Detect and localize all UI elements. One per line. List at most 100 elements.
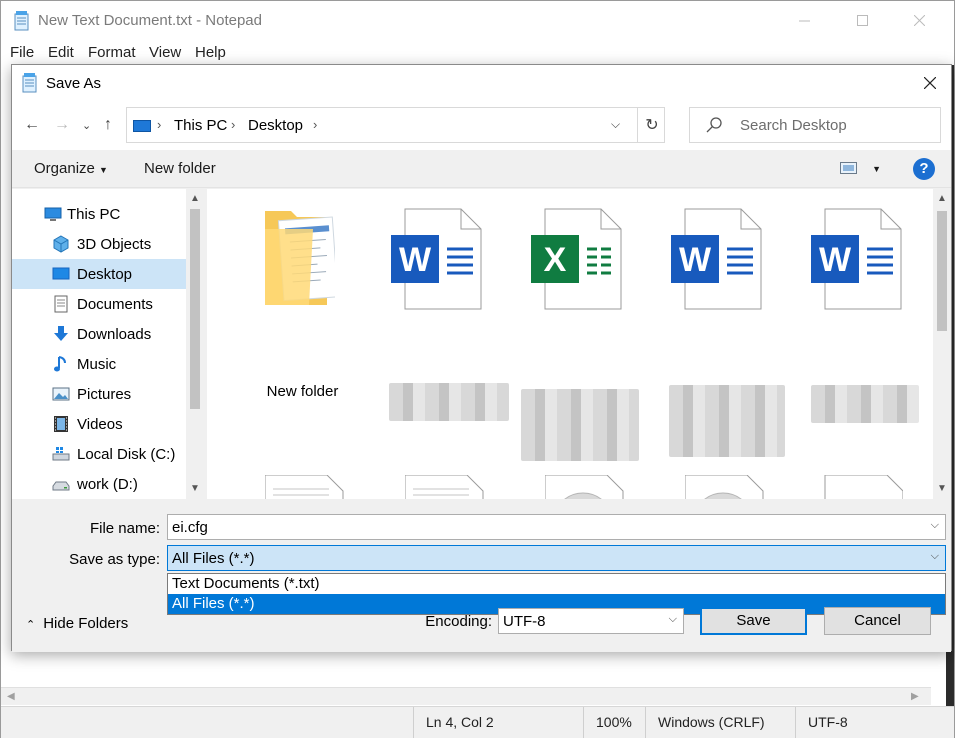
- file-list-scrollbar[interactable]: ▲ ▼: [933, 189, 951, 499]
- menu-format[interactable]: Format: [88, 44, 136, 61]
- file-item-excel-workbook[interactable]: X: [811, 474, 904, 499]
- windows-drive-icon: [52, 447, 70, 461]
- minimize-button[interactable]: [781, 5, 827, 35]
- minimize-icon: [798, 20, 810, 21]
- nav-item-pictures[interactable]: Pictures: [12, 379, 186, 409]
- breadcrumb-separator-icon[interactable]: ›: [157, 117, 161, 132]
- close-window-button[interactable]: [896, 5, 942, 35]
- nav-item-desktop[interactable]: Desktop: [12, 259, 186, 289]
- change-view-button[interactable]: ▼: [840, 161, 881, 179]
- address-bar[interactable]: › This PC › Desktop › ⌵ ↻: [126, 107, 665, 143]
- breadcrumb-this-pc[interactable]: This PC: [174, 117, 227, 134]
- menu-edit[interactable]: Edit: [48, 44, 74, 61]
- refresh-button[interactable]: ↻: [637, 108, 666, 142]
- forward-arrow-icon[interactable]: →: [54, 116, 70, 134]
- file-item-word-document[interactable]: W: [671, 207, 763, 314]
- recent-locations-chevron-icon[interactable]: ⌄: [82, 119, 91, 132]
- breadcrumb-desktop[interactable]: Desktop: [248, 117, 303, 134]
- address-dropdown-chevron-icon[interactable]: ⌵: [611, 117, 620, 132]
- help-button[interactable]: ?: [913, 158, 935, 180]
- blurred-file-label: [389, 383, 509, 421]
- svg-text:W: W: [399, 241, 432, 279]
- nav-label: work (D:): [77, 476, 138, 493]
- status-line-ending: Windows (CRLF): [645, 707, 795, 738]
- nav-item-local-disk-c[interactable]: Local Disk (C:): [12, 439, 186, 469]
- folder-icon: [265, 211, 339, 305]
- navigation-pane-scrollbar[interactable]: ▲ ▼: [186, 189, 204, 499]
- file-item-word-document[interactable]: W: [391, 207, 483, 314]
- notepad-titlebar: New Text Document.txt - Notepad: [1, 1, 954, 41]
- nav-item-3d-objects[interactable]: 3D Objects: [12, 229, 186, 259]
- nav-item-downloads[interactable]: Downloads: [12, 319, 186, 349]
- file-list-view[interactable]: New folder W X W W: [207, 189, 933, 499]
- notepad-statusbar: Ln 4, Col 2 100% Windows (CRLF) UTF-8: [1, 706, 954, 738]
- this-pc-icon: [133, 120, 151, 132]
- scroll-left-icon[interactable]: ◀: [7, 691, 15, 702]
- status-position: Ln 4, Col 2: [413, 707, 583, 738]
- cancel-button[interactable]: Cancel: [824, 607, 931, 635]
- file-item-text-document[interactable]: [264, 474, 345, 499]
- blurred-file-label: [669, 385, 785, 457]
- scroll-right-icon[interactable]: ▶: [911, 691, 919, 702]
- dialog-close-button[interactable]: [913, 69, 947, 97]
- option-text-documents[interactable]: Text Documents (*.txt): [168, 574, 945, 594]
- scroll-down-icon[interactable]: ▼: [937, 483, 947, 494]
- menu-view[interactable]: View: [149, 44, 181, 61]
- search-box[interactable]: Search Desktop: [689, 107, 941, 143]
- file-item-excel-workbook[interactable]: X: [531, 207, 623, 314]
- organize-label: Organize: [34, 160, 95, 177]
- nav-item-documents[interactable]: Documents: [12, 289, 186, 319]
- scroll-down-icon[interactable]: ▼: [190, 483, 200, 494]
- file-item-text-document[interactable]: [404, 474, 485, 499]
- notepad-horizontal-scrollbar[interactable]: ◀ ▶: [1, 687, 931, 705]
- breadcrumb-separator-icon[interactable]: ›: [231, 117, 235, 132]
- chevron-down-icon: ▼: [99, 165, 108, 175]
- hide-folders-button[interactable]: ⌃ Hide Folders: [26, 615, 128, 632]
- refresh-icon: ↻: [645, 117, 659, 134]
- word-document-icon: W: [391, 208, 482, 310]
- chevron-down-icon[interactable]: ⌵: [931, 550, 939, 563]
- nav-item-work-d[interactable]: work (D:): [12, 469, 186, 499]
- menu-file[interactable]: File: [10, 44, 34, 61]
- breadcrumb-separator-icon[interactable]: ›: [313, 117, 317, 132]
- scroll-up-icon[interactable]: ▲: [190, 193, 200, 204]
- save-as-type-select[interactable]: All Files (*.*) ⌵: [167, 545, 946, 571]
- scrollbar-thumb[interactable]: [190, 209, 200, 409]
- new-folder-button[interactable]: New folder: [144, 160, 216, 177]
- nav-label: Pictures: [77, 386, 132, 403]
- save-as-type-value: All Files (*.*): [172, 550, 255, 567]
- organize-button[interactable]: Organize ▼: [34, 160, 108, 177]
- file-item-disc-image[interactable]: [684, 474, 765, 499]
- drive-icon: [52, 481, 70, 491]
- menu-help[interactable]: Help: [195, 44, 226, 61]
- nav-item-videos[interactable]: Videos: [12, 409, 186, 439]
- encoding-select[interactable]: UTF-8 ⌵: [498, 608, 684, 634]
- save-as-dialog: Save As ← → ⌄ ↑ › This PC › Desktop › ⌵ …: [11, 64, 952, 652]
- file-item-word-document[interactable]: W: [811, 207, 903, 314]
- back-arrow-icon[interactable]: ←: [24, 116, 40, 134]
- music-note-icon: [54, 356, 66, 372]
- file-item-folder[interactable]: [255, 207, 339, 314]
- file-name-value: ei.cfg: [172, 519, 208, 536]
- pictures-icon: [52, 387, 70, 401]
- scroll-up-icon[interactable]: ▲: [937, 193, 947, 204]
- encoding-value: UTF-8: [503, 613, 546, 630]
- disc-image-icon: [544, 474, 624, 499]
- file-name-input[interactable]: ei.cfg ⌵: [167, 514, 946, 540]
- chevron-down-icon[interactable]: ⌵: [931, 519, 939, 532]
- nav-label: Desktop: [77, 266, 133, 283]
- nav-item-music[interactable]: Music: [12, 349, 186, 379]
- nav-item-this-pc[interactable]: This PC: [12, 199, 186, 229]
- up-arrow-icon[interactable]: ↑: [104, 116, 112, 134]
- dialog-titlebar: Save As: [12, 65, 951, 102]
- notepad-title: New Text Document.txt - Notepad: [38, 12, 262, 29]
- encoding-label: Encoding:: [425, 613, 492, 630]
- file-item-disc-image[interactable]: [544, 474, 625, 499]
- chevron-down-icon[interactable]: ⌵: [669, 613, 677, 626]
- cube-icon: [53, 235, 69, 253]
- search-placeholder: Search Desktop: [740, 117, 847, 134]
- maximize-button[interactable]: [839, 5, 885, 35]
- save-button[interactable]: Save: [700, 607, 807, 635]
- scrollbar-thumb[interactable]: [937, 211, 947, 331]
- nav-label: Music: [77, 356, 117, 373]
